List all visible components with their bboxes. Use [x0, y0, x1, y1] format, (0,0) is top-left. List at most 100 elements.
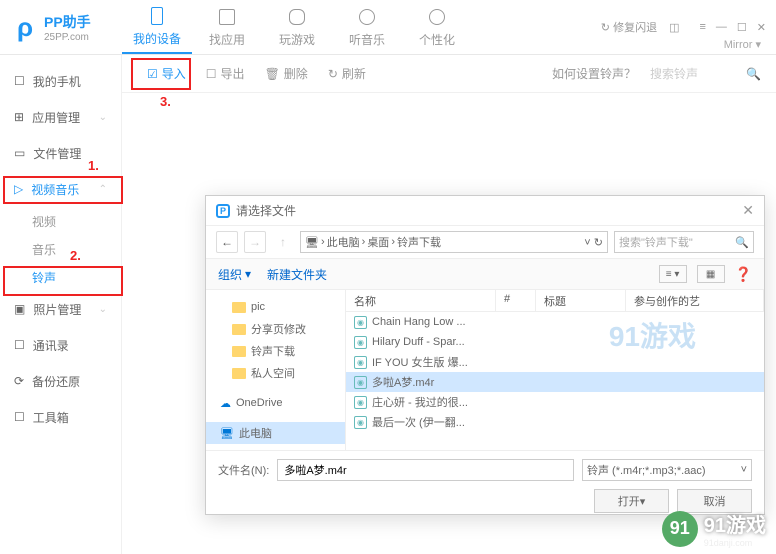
headphone-icon [356, 6, 378, 28]
import-button[interactable]: ☑ 导入 [137, 61, 196, 86]
sidebar: ☐我的手机 ⊞应用管理⌄ ▭文件管理 ▷视频音乐⌃ 视频 音乐 铃声 ▣照片管理… [0, 55, 122, 554]
view-details-button[interactable]: ▦ [697, 265, 725, 283]
chevron-down-icon: ⌄ [99, 112, 107, 123]
minimize-icon[interactable]: — [716, 21, 727, 34]
tree-item[interactable]: 铃声下载 [206, 340, 345, 362]
chevron-down-icon: ⌄ [99, 304, 107, 315]
tab-my-device[interactable]: 我的设备 [122, 0, 192, 54]
watermark-text: 91游戏 [704, 509, 766, 538]
sidebar-item-apps[interactable]: ⊞应用管理⌄ [0, 99, 121, 135]
audio-icon: ◉ [354, 396, 367, 409]
list-item[interactable]: ◉庄心妍 - 我过的很... [346, 392, 764, 412]
list-item[interactable]: ◉Hilary Duff - Spar... [346, 332, 764, 352]
close-icon[interactable]: ✕ [757, 21, 766, 34]
tree-item[interactable]: 分享页修改 [206, 318, 345, 340]
list-item[interactable]: ◉Chain Hang Low ... [346, 312, 764, 332]
tab-personalize[interactable]: 个性化 [402, 0, 472, 54]
repair-link[interactable]: ↻ 修复闪退 [601, 19, 657, 35]
filename-input[interactable] [277, 459, 574, 481]
help-link[interactable]: 如何设置铃声？ [552, 65, 636, 82]
pc-icon: 🖥 [220, 427, 234, 440]
search-icon[interactable]: 🔍 [746, 67, 761, 81]
app-header: ρ PP助手 25PP.com 我的设备 找应用 玩游戏 听音乐 个性化 ↻ 修… [0, 0, 776, 55]
dialog-toolbar: 组织 ▾ 新建文件夹 ≡ ▾ ▦ ❓ [206, 258, 764, 290]
folder-icon [232, 346, 246, 357]
dialog-title-text: 请选择文件 [236, 202, 296, 219]
menu-icon[interactable]: ≡ [699, 21, 705, 34]
maximize-icon[interactable]: ☐ [737, 21, 747, 34]
new-folder-button[interactable]: 新建文件夹 [267, 266, 327, 283]
smile-icon [426, 6, 448, 28]
export-button[interactable]: ☐ 导出 [196, 61, 255, 86]
organize-button[interactable]: 组织 ▾ [218, 266, 251, 283]
sidebar-item-photos[interactable]: ▣照片管理⌄ [0, 291, 121, 327]
tree-item[interactable]: 私人空间 [206, 362, 345, 384]
filter-select[interactable]: 铃声 (*.m4r;*.mp3;*.aac)˅ [582, 459, 752, 481]
col-artist[interactable]: 参与创作的艺 [626, 290, 764, 311]
sidebar-item-phone[interactable]: ☐我的手机 [0, 63, 121, 99]
forward-button[interactable]: → [244, 231, 266, 253]
col-num[interactable]: # [496, 290, 536, 311]
audio-icon: ◉ [354, 336, 367, 349]
sidebar-item-media[interactable]: ▷视频音乐⌃ [0, 171, 121, 207]
dialog-close-button[interactable]: ✕ [742, 202, 754, 219]
sidebar-sub-video[interactable]: 视频 [0, 207, 121, 235]
cloud-icon: ☁ [220, 397, 231, 410]
device-icon [146, 5, 168, 27]
logo[interactable]: ρ PP助手 25PP.com [10, 12, 122, 43]
tab-find-apps[interactable]: 找应用 [192, 0, 262, 54]
back-button[interactable]: ← [216, 231, 238, 253]
list-item[interactable]: ◉IF YOU 女生版 爆... [346, 352, 764, 372]
list-header: 名称 # 标题 参与创作的艺 [346, 290, 764, 312]
tab-music[interactable]: 听音乐 [332, 0, 402, 54]
refresh-button[interactable]: ↻ 刷新 [318, 61, 376, 86]
sidebar-item-tools[interactable]: ☐工具箱 [0, 399, 121, 435]
open-button[interactable]: 打开 ▾ [594, 489, 669, 513]
sidebar-item-contacts[interactable]: ☐通讯录 [0, 327, 121, 363]
folder-icon [232, 302, 246, 313]
list-item[interactable]: ◉最后一次 (伊一翻... [346, 412, 764, 432]
annotation-2: 2. [70, 248, 81, 263]
delete-button[interactable]: 🗑 删除 [255, 61, 318, 86]
header-right: ↻ 修复闪退 ◫ ≡ — ☐ ✕ [601, 19, 766, 35]
path-bar[interactable]: 🖥 ›此电脑 ›桌面 ›铃声下载 ˅ ↻ [300, 231, 608, 253]
sidebar-item-backup[interactable]: ⟳备份还原 [0, 363, 121, 399]
view-list-button[interactable]: ≡ ▾ [659, 265, 687, 283]
toolbar: ☑ 导入 ☐ 导出 🗑 删除 ↻ 刷新 如何设置铃声？ 搜索铃声 🔍 [122, 55, 776, 93]
mirror-label[interactable]: Mirror ▾ [724, 38, 761, 51]
phone-icon: ☐ [14, 74, 25, 88]
tree-item[interactable]: pic [206, 296, 345, 318]
help-icon[interactable]: ❓ [735, 266, 752, 283]
backup-icon: ⟳ [14, 374, 24, 388]
dialog-body: pic 分享页修改 铃声下载 私人空间 ☁OneDrive 🖥此电脑 名称 # … [206, 290, 764, 450]
tab-games[interactable]: 玩游戏 [262, 0, 332, 54]
folder-icon [232, 368, 246, 379]
sidebar-item-files[interactable]: ▭文件管理 [0, 135, 121, 171]
folder-icon: ▭ [14, 146, 25, 160]
up-button[interactable]: ↑ [272, 231, 294, 253]
audio-icon: ◉ [354, 356, 367, 369]
col-name[interactable]: 名称 [346, 290, 496, 311]
watermark-badge: 91 [662, 511, 698, 547]
watermark-sub: 91danji.com [704, 538, 766, 548]
tree-item-onedrive[interactable]: ☁OneDrive [206, 392, 345, 414]
tree-item-pc[interactable]: 🖥此电脑 [206, 422, 345, 444]
nav-tabs: 我的设备 找应用 玩游戏 听音乐 个性化 [122, 0, 472, 54]
list-item[interactable]: ◉多啦A梦.m4r [346, 372, 764, 392]
search-icon: 🔍 [735, 236, 749, 249]
annotation-1: 1. [88, 158, 99, 173]
dialog-search-input[interactable]: 搜索"铃声下载"🔍 [614, 231, 754, 253]
audio-icon: ◉ [354, 316, 367, 329]
search-input[interactable]: 搜索铃声 [646, 63, 736, 84]
sidebar-sub-ringtone[interactable]: 铃声 [0, 263, 121, 291]
dialog-titlebar: P 请选择文件 ✕ [206, 196, 764, 226]
col-title[interactable]: 标题 [536, 290, 626, 311]
folder-tree: pic 分享页修改 铃声下载 私人空间 ☁OneDrive 🖥此电脑 [206, 290, 346, 450]
bag-icon [216, 6, 238, 28]
chevron-up-icon: ⌃ [99, 184, 107, 195]
sidebar-sub-music[interactable]: 音乐 [0, 235, 121, 263]
grid-icon: ⊞ [14, 110, 24, 124]
tab-label: 听音乐 [349, 31, 385, 48]
dialog-nav: ← → ↑ 🖥 ›此电脑 ›桌面 ›铃声下载 ˅ ↻ 搜索"铃声下载"🔍 [206, 226, 764, 258]
feedback-icon[interactable]: ◫ [669, 21, 679, 34]
